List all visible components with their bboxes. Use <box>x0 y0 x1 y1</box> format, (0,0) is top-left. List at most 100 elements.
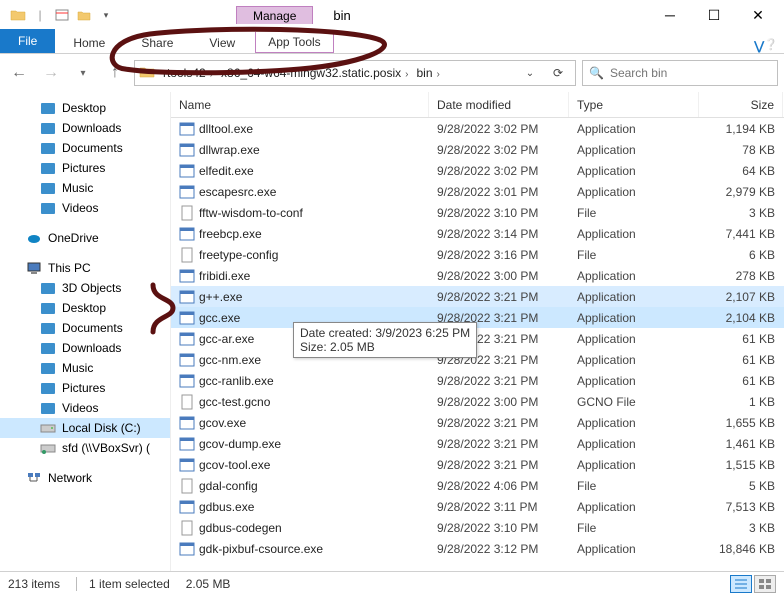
search-box[interactable]: 🔍 <box>582 60 778 86</box>
column-size[interactable]: Size <box>699 92 783 117</box>
search-input[interactable] <box>610 66 771 80</box>
file-icon <box>179 142 195 158</box>
new-folder-icon[interactable] <box>74 5 94 25</box>
file-row[interactable]: escapesrc.exe 9/28/2022 3:01 PM Applicat… <box>171 181 784 202</box>
close-button[interactable]: ✕ <box>736 0 780 30</box>
nav-label: Videos <box>62 201 98 215</box>
nav-item[interactable]: Pictures <box>0 158 170 178</box>
folder-icon <box>8 5 28 25</box>
chevron-right-icon[interactable]: › <box>206 69 217 80</box>
tab-app-tools[interactable]: App Tools <box>255 32 333 53</box>
file-row[interactable]: gcc-test.gcno 9/28/2022 3:00 PM GCNO Fil… <box>171 391 784 412</box>
properties-icon[interactable] <box>52 5 72 25</box>
qat-dropdown-icon[interactable]: ▾ <box>96 5 116 25</box>
file-row[interactable]: gcc-ranlib.exe 9/28/2022 3:21 PM Applica… <box>171 370 784 391</box>
chevron-right-icon[interactable]: › <box>433 69 444 80</box>
file-row[interactable]: gdbus.exe 9/28/2022 3:11 PM Application … <box>171 496 784 517</box>
nav-pane: DesktopDownloadsDocumentsPicturesMusicVi… <box>0 92 170 571</box>
nav-item[interactable]: Pictures <box>0 378 170 398</box>
nav-item[interactable]: OneDrive <box>0 228 170 248</box>
file-icon <box>179 247 195 263</box>
file-row[interactable]: gcc.exe 9/28/2022 3:21 PM Application 2,… <box>171 307 784 328</box>
file-row[interactable]: dllwrap.exe 9/28/2022 3:02 PM Applicatio… <box>171 139 784 160</box>
file-type: Application <box>569 290 699 304</box>
file-row[interactable]: fftw-wisdom-to-conf 9/28/2022 3:10 PM Fi… <box>171 202 784 223</box>
search-icon: 🔍 <box>589 66 604 80</box>
nav-item[interactable]: Music <box>0 358 170 378</box>
file-row[interactable]: gdk-pixbuf-csource.exe 9/28/2022 3:12 PM… <box>171 538 784 559</box>
file-size: 278 KB <box>699 269 783 283</box>
file-row[interactable]: elfedit.exe 9/28/2022 3:02 PM Applicatio… <box>171 160 784 181</box>
column-date[interactable]: Date modified <box>429 92 569 117</box>
nav-item[interactable]: Local Disk (C:) <box>0 418 170 438</box>
refresh-button[interactable]: ⟳ <box>545 63 571 83</box>
file-row[interactable]: gcov.exe 9/28/2022 3:21 PM Application 1… <box>171 412 784 433</box>
file-icon <box>179 394 195 410</box>
file-size: 1,194 KB <box>699 122 783 136</box>
file-row[interactable]: gcov-tool.exe 9/28/2022 3:21 PM Applicat… <box>171 454 784 475</box>
nav-item[interactable]: Documents <box>0 138 170 158</box>
file-type: Application <box>569 311 699 325</box>
file-row[interactable]: gdbus-codegen 9/28/2022 3:10 PM File 3 K… <box>171 517 784 538</box>
file-icon <box>179 226 195 242</box>
column-headers: Name Date modified Type Size <box>171 92 784 118</box>
file-icon <box>179 415 195 431</box>
file-row[interactable]: gcc-nm.exe 9/28/2022 3:21 PM Application… <box>171 349 784 370</box>
up-button[interactable]: ↑ <box>102 60 128 86</box>
file-type: File <box>569 206 699 220</box>
file-row[interactable]: fribidi.exe 9/28/2022 3:00 PM Applicatio… <box>171 265 784 286</box>
qat-sep: | <box>30 5 50 25</box>
column-name[interactable]: Name <box>171 92 429 117</box>
file-row[interactable]: freebcp.exe 9/28/2022 3:14 PM Applicatio… <box>171 223 784 244</box>
file-size: 2,104 KB <box>699 311 783 325</box>
minimize-button[interactable]: ─ <box>648 0 692 30</box>
file-type: File <box>569 479 699 493</box>
tab-home[interactable]: Home <box>55 32 123 53</box>
file-row[interactable]: dlltool.exe 9/28/2022 3:02 PM Applicatio… <box>171 118 784 139</box>
breadcrumb-bar[interactable]: rtools42› x86_64-w64-mingw32.static.posi… <box>134 60 576 86</box>
tab-file[interactable]: File <box>0 29 55 53</box>
tab-share[interactable]: Share <box>123 32 191 53</box>
maximize-button[interactable]: ☐ <box>692 0 736 30</box>
file-date: 9/28/2022 3:01 PM <box>429 185 569 199</box>
tab-view[interactable]: View <box>191 32 253 53</box>
nav-item[interactable]: This PC <box>0 258 170 278</box>
file-name: gdbus.exe <box>199 500 254 514</box>
ribbon-help-icon[interactable]: ⋁❔ <box>748 39 784 53</box>
file-name: freebcp.exe <box>199 227 262 241</box>
nav-item[interactable]: Downloads <box>0 118 170 138</box>
titlebar: | ▾ Manage bin ─ ☐ ✕ <box>0 0 784 30</box>
address-dropdown-icon[interactable]: ⌄ <box>517 63 543 83</box>
nav-item[interactable]: Downloads <box>0 338 170 358</box>
file-name: gdk-pixbuf-csource.exe <box>199 542 323 556</box>
nav-item[interactable]: Desktop <box>0 98 170 118</box>
file-row[interactable]: gcc-ar.exe 9/28/2022 3:21 PM Application… <box>171 328 784 349</box>
column-type[interactable]: Type <box>569 92 699 117</box>
nav-item[interactable]: Network <box>0 468 170 488</box>
chevron-right-icon[interactable]: › <box>401 69 412 80</box>
forward-button[interactable]: → <box>38 60 64 86</box>
file-type: Application <box>569 122 699 136</box>
back-button[interactable]: ← <box>6 60 32 86</box>
view-icons-button[interactable] <box>754 575 776 593</box>
file-type: Application <box>569 437 699 451</box>
nav-item[interactable]: sfd (\\VBoxSvr) ( <box>0 438 170 458</box>
nav-item[interactable]: Videos <box>0 398 170 418</box>
nav-item[interactable]: Desktop <box>0 298 170 318</box>
file-name: g++.exe <box>199 290 242 304</box>
nav-item[interactable]: 3D Objects <box>0 278 170 298</box>
view-details-button[interactable] <box>730 575 752 593</box>
file-icon <box>179 331 195 347</box>
nav-item[interactable]: Music <box>0 178 170 198</box>
nav-label: Pictures <box>62 161 105 175</box>
nav-item[interactable]: Videos <box>0 198 170 218</box>
file-row[interactable]: g++.exe 9/28/2022 3:21 PM Application 2,… <box>171 286 784 307</box>
file-row[interactable]: freetype-config 9/28/2022 3:16 PM File 6… <box>171 244 784 265</box>
file-row[interactable]: gcov-dump.exe 9/28/2022 3:21 PM Applicat… <box>171 433 784 454</box>
file-type: Application <box>569 458 699 472</box>
ribbon-tabs: File Home Share View App Tools ⋁❔ <box>0 30 784 54</box>
nav-item[interactable]: Documents <box>0 318 170 338</box>
file-type: GCNO File <box>569 395 699 409</box>
file-row[interactable]: gdal-config 9/28/2022 4:06 PM File 5 KB <box>171 475 784 496</box>
recent-dropdown-icon[interactable]: ▾ <box>70 60 96 86</box>
